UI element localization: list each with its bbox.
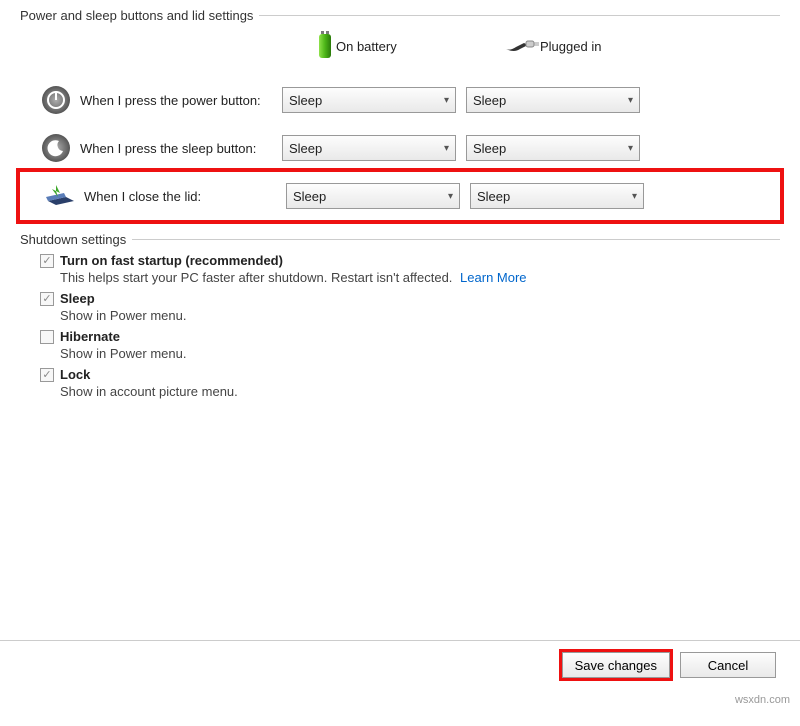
section-legend-row: Power and sleep buttons and lid settings xyxy=(20,8,780,23)
hibernate-desc: Show in Power menu. xyxy=(60,346,780,361)
sleep-item: ✓ Sleep Show in Power menu. xyxy=(40,291,780,323)
lock-desc: Show in account picture menu. xyxy=(60,384,780,399)
sleep-button-plugged-in-select[interactable]: Sleep ▾ xyxy=(466,135,640,161)
on-battery-label: On battery xyxy=(336,39,397,54)
lock-title: Lock xyxy=(60,367,90,382)
chevron-down-icon: ▾ xyxy=(632,191,637,202)
sleep-button-row: When I press the sleep button: Sleep ▾ S… xyxy=(40,124,780,172)
sleep-button-icon xyxy=(40,132,72,164)
chevron-down-icon: ▾ xyxy=(444,143,449,154)
fast-startup-item: ✓ Turn on fast startup (recommended) Thi… xyxy=(40,253,780,285)
chevron-down-icon: ▾ xyxy=(628,95,633,106)
learn-more-link[interactable]: Learn More xyxy=(460,270,526,285)
fast-startup-title: Turn on fast startup (recommended) xyxy=(60,253,283,268)
close-lid-plugged-in-select[interactable]: Sleep ▾ xyxy=(470,183,644,209)
battery-icon xyxy=(314,31,336,62)
sleep-button-on-battery-select[interactable]: Sleep ▾ xyxy=(282,135,456,161)
power-sleep-section: Power and sleep buttons and lid settings xyxy=(0,8,800,220)
button-bar: Save changes Cancel xyxy=(562,652,776,678)
hibernate-checkbox[interactable] xyxy=(40,330,54,344)
shutdown-legend-row: Shutdown settings xyxy=(20,232,780,247)
save-changes-button[interactable]: Save changes xyxy=(562,652,670,678)
close-lid-row: When I close the lid: Sleep ▾ Sleep ▾ xyxy=(20,172,780,220)
lock-item: ✓ Lock Show in account picture menu. xyxy=(40,367,780,399)
sleep-title: Sleep xyxy=(60,291,95,306)
power-button-plugged-in-select[interactable]: Sleep ▾ xyxy=(466,87,640,113)
close-lid-label: When I close the lid: xyxy=(76,189,286,204)
chevron-down-icon: ▾ xyxy=(444,95,449,106)
chevron-down-icon: ▾ xyxy=(448,191,453,202)
lid-icon xyxy=(44,180,76,212)
plug-icon xyxy=(504,35,540,58)
plugged-in-label: Plugged in xyxy=(540,39,601,54)
close-lid-on-battery-select[interactable]: Sleep ▾ xyxy=(286,183,460,209)
sleep-desc: Show in Power menu. xyxy=(60,308,780,323)
shutdown-legend: Shutdown settings xyxy=(20,232,126,247)
sleep-checkbox[interactable]: ✓ xyxy=(40,292,54,306)
divider xyxy=(259,15,780,16)
power-button-row: When I press the power button: Sleep ▾ S… xyxy=(40,76,780,124)
power-button-label: When I press the power button: xyxy=(72,93,282,108)
on-battery-header: On battery xyxy=(314,31,504,62)
power-button-icon xyxy=(40,84,72,116)
shutdown-list: ✓ Turn on fast startup (recommended) Thi… xyxy=(40,253,780,399)
sleep-button-label: When I press the sleep button: xyxy=(72,141,282,156)
column-headers: On battery Plugged in xyxy=(20,31,780,62)
cancel-button[interactable]: Cancel xyxy=(680,652,776,678)
section-legend: Power and sleep buttons and lid settings xyxy=(20,8,253,23)
power-button-on-battery-select[interactable]: Sleep ▾ xyxy=(282,87,456,113)
divider xyxy=(132,239,780,240)
hibernate-item: Hibernate Show in Power menu. xyxy=(40,329,780,361)
chevron-down-icon: ▾ xyxy=(628,143,633,154)
hibernate-title: Hibernate xyxy=(60,329,120,344)
lock-checkbox[interactable]: ✓ xyxy=(40,368,54,382)
shutdown-section: Shutdown settings ✓ Turn on fast startup… xyxy=(0,232,800,399)
plugged-in-header: Plugged in xyxy=(504,35,694,58)
watermark: wsxdn.com xyxy=(735,694,790,706)
fast-startup-checkbox[interactable]: ✓ xyxy=(40,254,54,268)
fast-startup-desc: This helps start your PC faster after sh… xyxy=(60,270,780,285)
